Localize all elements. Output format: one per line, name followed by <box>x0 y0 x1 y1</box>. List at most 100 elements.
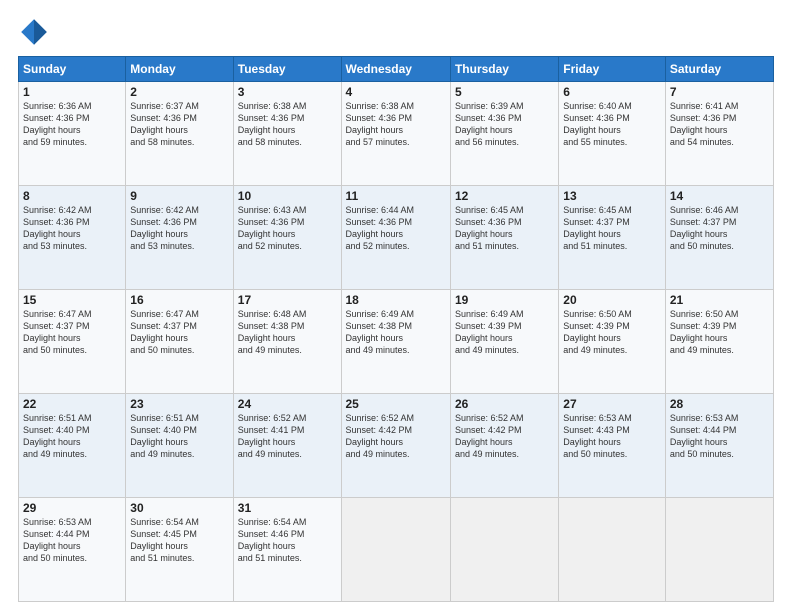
week-row-3: 15Sunrise: 6:47 AMSunset: 4:37 PMDayligh… <box>19 290 774 394</box>
calendar-cell: 29Sunrise: 6:53 AMSunset: 4:44 PMDayligh… <box>19 498 126 602</box>
calendar-cell <box>450 498 558 602</box>
calendar-cell: 30Sunrise: 6:54 AMSunset: 4:45 PMDayligh… <box>126 498 233 602</box>
calendar-cell: 27Sunrise: 6:53 AMSunset: 4:43 PMDayligh… <box>559 394 666 498</box>
day-info: Sunrise: 6:48 AMSunset: 4:38 PMDaylight … <box>238 308 337 357</box>
day-info: Sunrise: 6:51 AMSunset: 4:40 PMDaylight … <box>23 412 121 461</box>
calendar-cell: 15Sunrise: 6:47 AMSunset: 4:37 PMDayligh… <box>19 290 126 394</box>
day-info: Sunrise: 6:54 AMSunset: 4:45 PMDaylight … <box>130 516 228 565</box>
day-info: Sunrise: 6:52 AMSunset: 4:41 PMDaylight … <box>238 412 337 461</box>
calendar-cell: 12Sunrise: 6:45 AMSunset: 4:36 PMDayligh… <box>450 186 558 290</box>
day-header-wednesday: Wednesday <box>341 57 450 82</box>
day-info: Sunrise: 6:46 AMSunset: 4:37 PMDaylight … <box>670 204 769 253</box>
day-info: Sunrise: 6:49 AMSunset: 4:38 PMDaylight … <box>346 308 446 357</box>
day-number: 30 <box>130 501 228 515</box>
day-info: Sunrise: 6:53 AMSunset: 4:44 PMDaylight … <box>23 516 121 565</box>
calendar-cell: 18Sunrise: 6:49 AMSunset: 4:38 PMDayligh… <box>341 290 450 394</box>
calendar-cell: 23Sunrise: 6:51 AMSunset: 4:40 PMDayligh… <box>126 394 233 498</box>
day-number: 16 <box>130 293 228 307</box>
calendar-cell: 16Sunrise: 6:47 AMSunset: 4:37 PMDayligh… <box>126 290 233 394</box>
day-header-friday: Friday <box>559 57 666 82</box>
week-row-1: 1Sunrise: 6:36 AMSunset: 4:36 PMDaylight… <box>19 82 774 186</box>
calendar-cell <box>341 498 450 602</box>
calendar-cell: 1Sunrise: 6:36 AMSunset: 4:36 PMDaylight… <box>19 82 126 186</box>
day-info: Sunrise: 6:45 AMSunset: 4:36 PMDaylight … <box>455 204 554 253</box>
day-info: Sunrise: 6:39 AMSunset: 4:36 PMDaylight … <box>455 100 554 149</box>
calendar-cell: 28Sunrise: 6:53 AMSunset: 4:44 PMDayligh… <box>665 394 773 498</box>
day-info: Sunrise: 6:52 AMSunset: 4:42 PMDaylight … <box>346 412 446 461</box>
week-row-5: 29Sunrise: 6:53 AMSunset: 4:44 PMDayligh… <box>19 498 774 602</box>
day-info: Sunrise: 6:50 AMSunset: 4:39 PMDaylight … <box>563 308 661 357</box>
day-number: 5 <box>455 85 554 99</box>
calendar-header-row: SundayMondayTuesdayWednesdayThursdayFrid… <box>19 57 774 82</box>
day-number: 1 <box>23 85 121 99</box>
calendar-cell: 7Sunrise: 6:41 AMSunset: 4:36 PMDaylight… <box>665 82 773 186</box>
day-info: Sunrise: 6:38 AMSunset: 4:36 PMDaylight … <box>238 100 337 149</box>
calendar-cell: 21Sunrise: 6:50 AMSunset: 4:39 PMDayligh… <box>665 290 773 394</box>
calendar-cell <box>665 498 773 602</box>
day-header-saturday: Saturday <box>665 57 773 82</box>
page: SundayMondayTuesdayWednesdayThursdayFrid… <box>0 0 792 612</box>
calendar-cell: 14Sunrise: 6:46 AMSunset: 4:37 PMDayligh… <box>665 186 773 290</box>
day-number: 15 <box>23 293 121 307</box>
day-number: 9 <box>130 189 228 203</box>
day-number: 17 <box>238 293 337 307</box>
day-info: Sunrise: 6:53 AMSunset: 4:43 PMDaylight … <box>563 412 661 461</box>
calendar-cell: 10Sunrise: 6:43 AMSunset: 4:36 PMDayligh… <box>233 186 341 290</box>
day-info: Sunrise: 6:45 AMSunset: 4:37 PMDaylight … <box>563 204 661 253</box>
calendar-cell: 19Sunrise: 6:49 AMSunset: 4:39 PMDayligh… <box>450 290 558 394</box>
day-info: Sunrise: 6:47 AMSunset: 4:37 PMDaylight … <box>23 308 121 357</box>
day-info: Sunrise: 6:51 AMSunset: 4:40 PMDaylight … <box>130 412 228 461</box>
calendar-cell: 25Sunrise: 6:52 AMSunset: 4:42 PMDayligh… <box>341 394 450 498</box>
calendar-cell: 8Sunrise: 6:42 AMSunset: 4:36 PMDaylight… <box>19 186 126 290</box>
day-number: 24 <box>238 397 337 411</box>
day-info: Sunrise: 6:50 AMSunset: 4:39 PMDaylight … <box>670 308 769 357</box>
calendar-cell: 24Sunrise: 6:52 AMSunset: 4:41 PMDayligh… <box>233 394 341 498</box>
day-number: 3 <box>238 85 337 99</box>
day-number: 31 <box>238 501 337 515</box>
day-number: 8 <box>23 189 121 203</box>
calendar-cell: 31Sunrise: 6:54 AMSunset: 4:46 PMDayligh… <box>233 498 341 602</box>
day-header-monday: Monday <box>126 57 233 82</box>
day-info: Sunrise: 6:37 AMSunset: 4:36 PMDaylight … <box>130 100 228 149</box>
day-number: 7 <box>670 85 769 99</box>
day-number: 25 <box>346 397 446 411</box>
day-info: Sunrise: 6:53 AMSunset: 4:44 PMDaylight … <box>670 412 769 461</box>
day-info: Sunrise: 6:49 AMSunset: 4:39 PMDaylight … <box>455 308 554 357</box>
calendar-cell: 20Sunrise: 6:50 AMSunset: 4:39 PMDayligh… <box>559 290 666 394</box>
day-number: 27 <box>563 397 661 411</box>
day-number: 11 <box>346 189 446 203</box>
logo <box>18 16 54 48</box>
calendar-cell: 13Sunrise: 6:45 AMSunset: 4:37 PMDayligh… <box>559 186 666 290</box>
day-number: 20 <box>563 293 661 307</box>
logo-icon <box>18 16 50 48</box>
calendar-cell: 11Sunrise: 6:44 AMSunset: 4:36 PMDayligh… <box>341 186 450 290</box>
header <box>18 16 774 48</box>
day-number: 22 <box>23 397 121 411</box>
day-number: 2 <box>130 85 228 99</box>
day-number: 26 <box>455 397 554 411</box>
day-info: Sunrise: 6:36 AMSunset: 4:36 PMDaylight … <box>23 100 121 149</box>
calendar-cell: 26Sunrise: 6:52 AMSunset: 4:42 PMDayligh… <box>450 394 558 498</box>
week-row-4: 22Sunrise: 6:51 AMSunset: 4:40 PMDayligh… <box>19 394 774 498</box>
day-number: 13 <box>563 189 661 203</box>
day-info: Sunrise: 6:43 AMSunset: 4:36 PMDaylight … <box>238 204 337 253</box>
day-header-tuesday: Tuesday <box>233 57 341 82</box>
calendar-cell: 4Sunrise: 6:38 AMSunset: 4:36 PMDaylight… <box>341 82 450 186</box>
calendar-cell: 3Sunrise: 6:38 AMSunset: 4:36 PMDaylight… <box>233 82 341 186</box>
calendar: SundayMondayTuesdayWednesdayThursdayFrid… <box>18 56 774 602</box>
day-number: 23 <box>130 397 228 411</box>
day-number: 19 <box>455 293 554 307</box>
day-number: 14 <box>670 189 769 203</box>
day-number: 18 <box>346 293 446 307</box>
day-info: Sunrise: 6:41 AMSunset: 4:36 PMDaylight … <box>670 100 769 149</box>
calendar-cell <box>559 498 666 602</box>
day-header-sunday: Sunday <box>19 57 126 82</box>
day-number: 28 <box>670 397 769 411</box>
day-info: Sunrise: 6:40 AMSunset: 4:36 PMDaylight … <box>563 100 661 149</box>
day-info: Sunrise: 6:38 AMSunset: 4:36 PMDaylight … <box>346 100 446 149</box>
day-info: Sunrise: 6:47 AMSunset: 4:37 PMDaylight … <box>130 308 228 357</box>
day-info: Sunrise: 6:42 AMSunset: 4:36 PMDaylight … <box>23 204 121 253</box>
day-info: Sunrise: 6:44 AMSunset: 4:36 PMDaylight … <box>346 204 446 253</box>
day-number: 21 <box>670 293 769 307</box>
calendar-cell: 17Sunrise: 6:48 AMSunset: 4:38 PMDayligh… <box>233 290 341 394</box>
